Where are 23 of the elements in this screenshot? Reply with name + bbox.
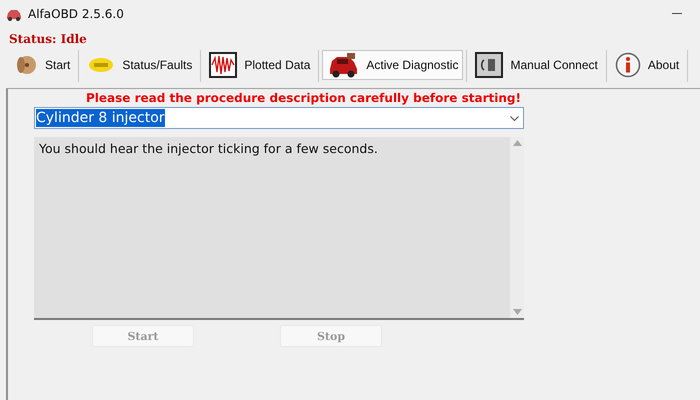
toolbar-tab[interactable]: Plotted Data — [204, 50, 316, 80]
procedure-dropdown[interactable]: Cylinder 8 injector — [34, 107, 524, 129]
scroll-up-icon[interactable] — [512, 140, 522, 146]
car-icon — [327, 51, 360, 79]
toolbar-tab[interactable]: Active Diagnostic — [322, 50, 464, 80]
description-text: You should hear the injector ticking for a few seconds. — [34, 137, 510, 318]
info-icon — [614, 52, 641, 78]
car-icon — [6, 8, 22, 20]
disc-icon — [14, 54, 38, 76]
status-label: Status: Idle — [9, 32, 87, 46]
waveform-icon — [209, 52, 238, 78]
engine-light-icon — [87, 55, 116, 75]
minimize-icon[interactable] — [672, 13, 682, 15]
scroll-down-icon[interactable] — [512, 309, 522, 315]
toolbar-tab[interactable]: Start — [9, 50, 76, 80]
connector-icon — [475, 52, 504, 78]
warning-text: Please read the procedure description carefully before starting! — [86, 91, 522, 107]
toolbar-tab[interactable]: Manual Connect — [470, 50, 603, 80]
scrollbar[interactable] — [510, 137, 524, 318]
window-title: AlfaOBD 2.5.6.0 — [28, 7, 124, 21]
chevron-down-icon — [510, 116, 519, 120]
toolbar-tab[interactable]: About — [610, 50, 684, 80]
toolbar-tab[interactable]: Status/Faults — [82, 50, 198, 80]
